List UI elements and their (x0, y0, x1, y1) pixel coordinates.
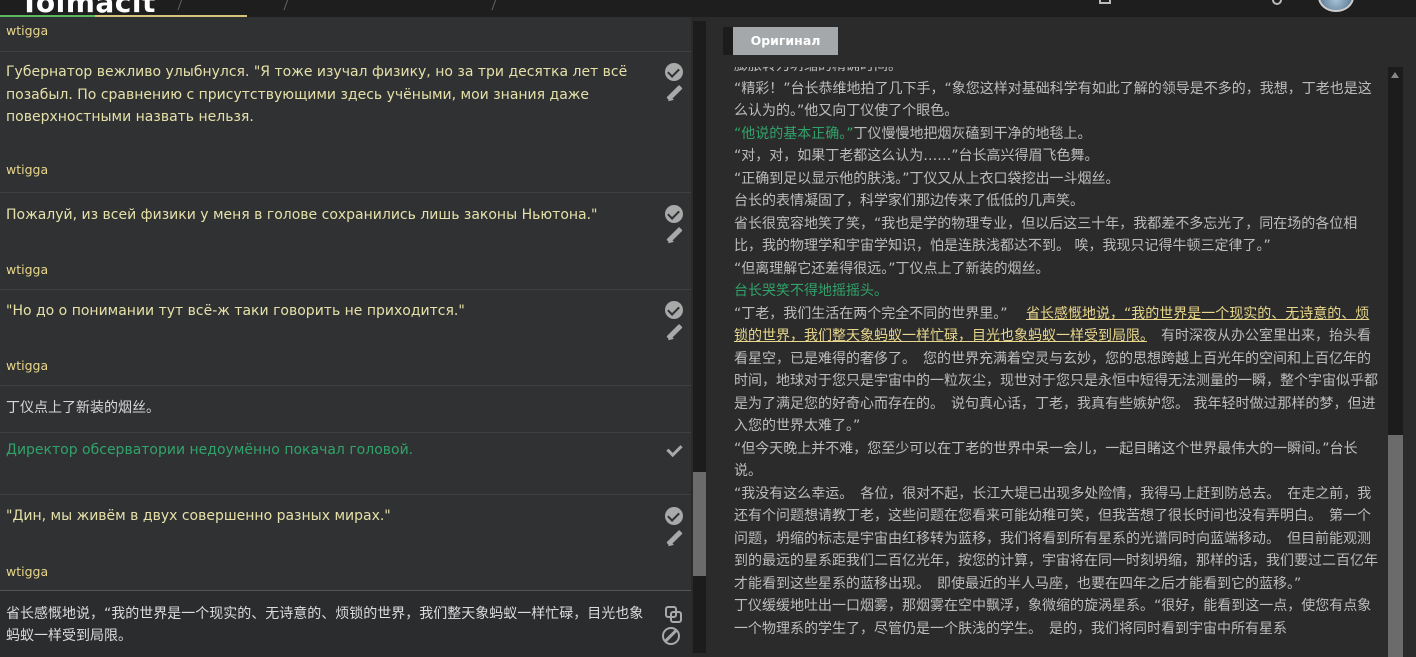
original-segment[interactable]: “他说的基本正确。” (734, 126, 854, 142)
segment-author: wtigga (6, 23, 49, 38)
original-paragraph: “精彩！”台长恭维地拍了几下手，“象您这样对基础科学有如此了解的领导是不多的，我… (734, 78, 1382, 123)
settings-icon[interactable] (1272, 0, 1282, 5)
segment-author: wtigga (6, 358, 49, 373)
segment-row[interactable]: 丁仪点上了新装的烟丝。 (0, 386, 691, 433)
segment-text[interactable]: 丁仪点上了新装的烟丝。 (6, 397, 646, 420)
segment-row[interactable]: "Дин, мы живём в двух совершенно разных … (0, 495, 691, 591)
approve-icon[interactable] (665, 205, 683, 223)
scrollbar-thumb[interactable] (693, 472, 706, 576)
original-text: 膨胀转为坍缩的精确时间。 “精彩！”台长恭维地拍了几下手，“象您这样对基础科学有如… (734, 67, 1382, 640)
breadcrumb-separator (491, 0, 498, 10)
right-scrollbar[interactable] (1387, 67, 1404, 657)
approve-icon[interactable] (665, 63, 683, 81)
original-segment[interactable]: 省长很宽容地笑了笑，“我也是学的物理专业，但以后这三十年，我都差不多忘光了，同在… (734, 216, 1357, 255)
breadcrumb-separator (283, 0, 290, 10)
segment-row[interactable]: Пожалуй, из всей физики у меня в голове … (0, 193, 691, 290)
segment-row[interactable]: wtigga (0, 17, 691, 52)
top-navbar: Tolmačit (0, 0, 1416, 17)
original-segment[interactable]: “对，对，如果丁老都这么认为……”台长高兴得眉飞色舞。 (734, 148, 1099, 164)
original-paragraph: “我没有这么幸运。 各位，很对不起，长江大堤已出现多处险情，我得马上赶到防总去。… (734, 483, 1382, 596)
original-segment[interactable]: “精彩！”台长恭维地拍了几下手，“象您这样对基础科学有如此了解的领导是不多的，我… (734, 81, 1372, 120)
scrollbar-thumb[interactable] (1388, 435, 1403, 657)
original-segment[interactable]: “但离理解它还差得很远。”丁仪点上了新装的烟丝。 (734, 261, 1050, 277)
link-icon[interactable] (663, 604, 682, 623)
original-segment[interactable]: “正确到足以显示他的肤浅。”丁仪又从上衣口袋挖出一斗烟丝。 (734, 171, 1120, 187)
segment-text[interactable]: Пожалуй, из всей физики у меня в голове … (6, 204, 646, 227)
segment-author: wtigga (6, 162, 49, 177)
segment-row[interactable]: Директор обсерватории недоумённо покачал… (0, 433, 691, 495)
original-paragraph: “但离理解它还差得很远。”丁仪点上了新装的烟丝。 (734, 258, 1382, 281)
notification-icon[interactable] (1099, 0, 1111, 4)
segment-row[interactable]: "Но до о понимании тут всё-ж таки говори… (0, 290, 691, 386)
breadcrumb-separator (177, 0, 184, 10)
original-text-area: 膨胀转为坍缩的精确时间。 “精彩！”台长恭维地拍了几下手，“象您这样对基础科学有如… (708, 67, 1388, 657)
original-segment[interactable]: “但今天晚上并不难，您至少可以在丁老的世界中呆一会儿，一起目睹这个世界最伟大的一… (734, 441, 1358, 480)
original-panel: Оригинал 膨胀转为坍缩的精确时间。 “精彩！”台长恭维地拍了几下手，“象您… (708, 17, 1416, 657)
original-segment[interactable]: 丁仪慢慢地把烟灰磕到干净的地毯上。 (854, 126, 1092, 142)
approved-check-icon[interactable] (665, 441, 683, 459)
segment-author: wtigga (6, 564, 49, 579)
approve-icon[interactable] (665, 507, 683, 525)
original-paragraph: “他说的基本正确。”丁仪慢慢地把烟灰磕到干净的地毯上。 (734, 123, 1382, 146)
approve-icon[interactable] (665, 301, 683, 319)
user-avatar[interactable] (1318, 0, 1354, 12)
original-paragraph: 丁仪缓缓地吐出一口烟雾，那烟雾在空中飘浮，象微缩的旋涡星系。“很好，能看到这一点… (734, 595, 1382, 640)
original-paragraph: 膨胀转为坍缩的精确时间。 (734, 67, 1382, 78)
segment-text[interactable]: "Но до о понимании тут всё-ж таки говори… (6, 300, 646, 323)
segment-text[interactable]: Губернатор вежливо улыбнулся. "Я тоже из… (6, 61, 646, 129)
original-segment[interactable]: “丁老，我们生活在两个完全不同的世界里。” (734, 306, 1026, 322)
translation-list: wtigga Губернатор вежливо улыбнулся. "Я … (0, 17, 691, 657)
original-paragraph: 台长的表情凝固了，科学家们那边传来了低低的几声笑。 (734, 190, 1382, 213)
scroll-up-icon[interactable] (1391, 72, 1399, 78)
original-segment[interactable]: 膨胀转为坍缩的精确时间。 (734, 67, 902, 74)
segment-text[interactable]: "Дин, мы живём в двух совершенно разных … (6, 505, 646, 528)
cancel-icon[interactable] (662, 627, 680, 645)
segment-row[interactable]: Губернатор вежливо улыбнулся. "Я тоже из… (0, 52, 691, 193)
left-scrollbar[interactable] (691, 17, 708, 657)
segment-editor[interactable]: 省长感慨地说，“我的世界是一个现实的、无诗意的、烦锁的世界，我们整天象蚂蚁一样忙… (0, 590, 691, 657)
original-segment[interactable]: “我没有这么幸运。 各位，很对不起，长江大堤已出现多处险情，我得马上赶到防总去。… (734, 486, 1378, 592)
original-paragraph: “对，对，如果丁老都这么认为……”台长高兴得眉飞色舞。 (734, 145, 1382, 168)
edit-icon[interactable] (665, 85, 683, 103)
original-paragraph: “丁老，我们生活在两个完全不同的世界里。” 省长感慨地说，“我的世界是一个现实的… (734, 303, 1382, 438)
original-segment[interactable]: 丁仪缓缓地吐出一口烟雾，那烟雾在空中飘浮，象微缩的旋涡星系。“很好，能看到这一点… (734, 598, 1371, 637)
edit-icon[interactable] (665, 227, 683, 245)
original-paragraph: 省长很宽容地笑了笑，“我也是学的物理专业，但以后这三十年，我都差不多忘光了，同在… (734, 213, 1382, 258)
original-paragraph: 台长哭笑不得地摇摇头。 (734, 280, 1382, 303)
original-paragraph: “正确到足以显示他的肤浅。”丁仪又从上衣口袋挖出一斗烟丝。 (734, 168, 1382, 191)
editor-source-text[interactable]: 省长感慨地说，“我的世界是一个现实的、无诗意的、烦锁的世界，我们整天象蚂蚁一样忙… (6, 603, 646, 647)
segment-author: wtigga (6, 262, 49, 277)
original-segment[interactable]: 台长哭笑不得地摇摇头。 (734, 283, 888, 299)
original-button[interactable]: Оригинал (723, 27, 838, 55)
original-paragraph: “但今天晚上并不难，您至少可以在丁老的世界中呆一会儿，一起目睹这个世界最伟大的一… (734, 438, 1382, 483)
edit-icon[interactable] (665, 530, 683, 548)
original-segment[interactable]: 台长的表情凝固了，科学家们那边传来了低低的几声笑。 (734, 193, 1084, 209)
edit-icon[interactable] (665, 324, 683, 342)
segment-text[interactable]: Директор обсерватории недоумённо покачал… (6, 439, 646, 462)
